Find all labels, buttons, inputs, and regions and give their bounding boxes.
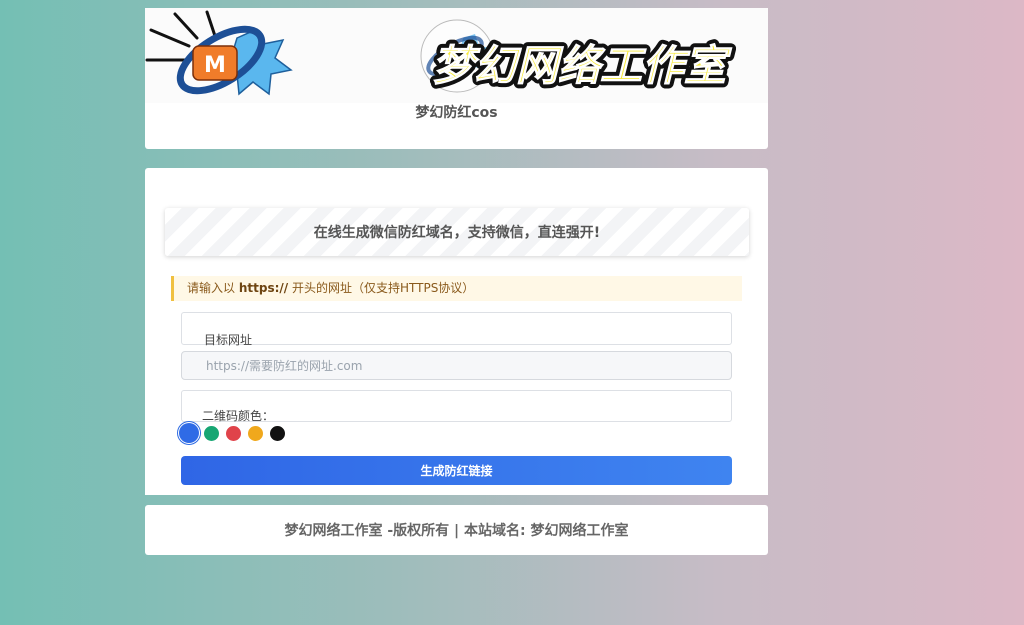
generator-card: 在线生成微信防红域名，支持微信，直连强开! 请输入以 https:// 开头的网… (145, 168, 768, 495)
banner-title-art: 梦幻网络工作室 梦幻网络工作室 (427, 37, 736, 95)
footer-card: 梦幻网络工作室 -版权所有 | 本站域名: 梦幻网络工作室 (145, 505, 768, 555)
qr-color-label: 二维码颜色： (202, 409, 275, 423)
url-label-box: 目标网址 (181, 312, 732, 347)
color-swatch[interactable] (270, 425, 285, 441)
notice-alert: 请输入以 https:// 开头的网址（仅支持HTTPS协议） (171, 276, 742, 301)
site-title: 梦幻防红cos (415, 105, 498, 121)
banner-title-text: 梦幻网络工作室 (432, 41, 732, 90)
banner-image: M 梦幻网络工作室 梦幻网络工作室 (145, 8, 768, 103)
generate-link-button[interactable]: 生成防红链接 (181, 456, 732, 485)
url-input[interactable] (181, 351, 732, 380)
color-swatch[interactable] (179, 423, 199, 443)
color-swatch[interactable] (204, 425, 219, 441)
notice-prefix: 请输入以 (187, 281, 236, 295)
notice-suffix: 开头的网址（仅支持HTTPS协议） (291, 281, 475, 295)
qr-color-picker (179, 423, 292, 443)
color-swatch[interactable] (248, 425, 263, 441)
notice-highlight: https:// (238, 281, 289, 295)
slogan-banner: 在线生成微信防红域名，支持微信，直连强开! (165, 208, 749, 256)
footer-copyright: 梦幻网络工作室 -版权所有 | 本站域名: 梦幻网络工作室 (284, 523, 629, 539)
color-swatch[interactable] (226, 425, 241, 441)
url-label: 目标网址 (204, 333, 253, 347)
header-card: M 梦幻网络工作室 梦幻网络工作室 梦幻防红cos (145, 8, 768, 149)
color-label-box: 二维码颜色： (181, 390, 732, 423)
